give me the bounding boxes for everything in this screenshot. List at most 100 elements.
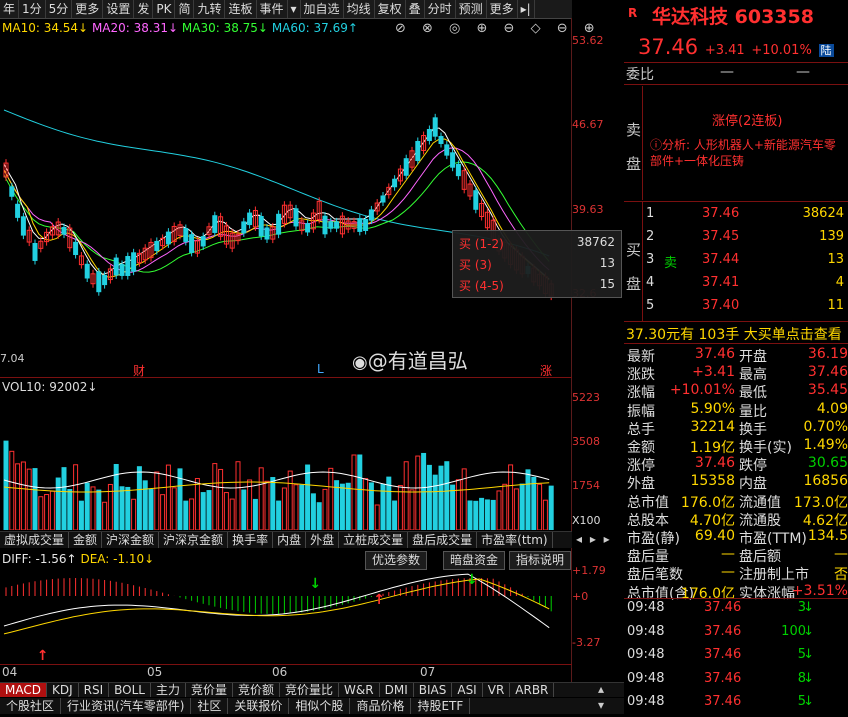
toolbar-item[interactable]: 分时 [425,0,456,18]
toolbar-item[interactable]: 均线 [344,0,375,18]
bottom-nav-item[interactable]: 相似个股 [289,698,351,714]
stat-label: 总市值 [627,494,669,511]
indicator-tabbar-item[interactable]: ARBR [510,683,555,697]
volume-bar [142,480,148,530]
toolbar-item[interactable]: 连板 [225,0,257,18]
indicator-tab[interactable]: 盘后成交量 [408,532,478,548]
vol-tick: 1754 [572,479,600,492]
toolbar-item[interactable]: ▸| [518,0,535,18]
indicator-tabbar-item[interactable]: 主力 [151,683,186,697]
macd-chart[interactable]: ↑ ↓ ↑ ↓ [0,566,572,662]
tab-scroll-arrows[interactable]: ◂ ▸ ▸ [576,532,612,546]
signal-arrow-icon: ↑ [373,592,385,608]
stat-label: 外盘 [627,476,655,493]
buy-level-row[interactable]: 1 37.46 38624 [624,206,848,229]
separator [624,201,848,202]
toolbar-item[interactable]: 更多 [72,0,104,18]
toolbar-item[interactable]: ▾ [288,0,301,18]
indicator-tabbar-item[interactable]: BIAS [414,683,453,697]
indicator-tabbar-item[interactable]: 竞价量比 [280,683,340,697]
volume-bar [548,485,554,530]
volume-bar [392,500,398,530]
toolbar-item[interactable]: 简 [175,0,195,18]
indicator-tabbar-item[interactable]: VR [483,683,511,697]
indicator-tab[interactable]: 虚拟成交量 [0,532,70,548]
bottom-nav: 个股社区 行业资讯(汽车零部件) 社区 关联报价 相似个股 商品价格 持股ETF [0,698,624,714]
bottom-nav-item[interactable]: 持股ETF [411,698,471,714]
volume-bar [55,477,61,530]
candle-body [357,218,363,232]
volume-bar [61,467,67,530]
candle-body [328,221,334,229]
toolbar-item[interactable]: 年 [0,0,20,18]
macd-tick: +1.79 [572,564,606,577]
indicator-tab[interactable]: 换手率 [228,532,274,548]
indicator-tabbar-item[interactable]: W&R [339,683,380,697]
bottom-nav-item[interactable]: 行业资讯(汽车零部件) [61,698,192,714]
volume-bar [467,500,473,530]
candle-body [305,223,311,233]
toolbar-item[interactable]: 5分 [46,0,73,18]
candle-body [293,208,299,227]
indicator-tab[interactable]: 市盈率(ttm) [477,532,553,548]
candle-body [450,152,456,168]
stat-label: 盘后量 [627,549,669,566]
indicator-tab[interactable]: 沪深京金额 [159,532,229,548]
indicator-tabbar-item[interactable]: ASI [452,683,483,697]
bottom-nav-item[interactable]: 社区 [191,698,229,714]
separator [624,321,848,322]
indicator-tab[interactable]: 外盘 [306,532,340,548]
volume-bar [206,490,212,530]
popup-label: 买 (3) [459,258,492,272]
toolbar-item[interactable]: 预测 [456,0,487,18]
stat-value: 1.19亿 [689,440,735,456]
volume-chart[interactable] [0,395,572,530]
indicator-tab[interactable]: 沪深金额 [102,532,160,548]
volume-bar [223,492,229,530]
indicator-tabbar-item[interactable]: BOLL [109,683,151,697]
big-order-link[interactable]: 37.30元有 103手 大买单点击查看 [626,324,842,344]
buy-level-row[interactable]: 2 37.45 139 [624,229,848,252]
candle-body [96,271,102,293]
volume-bar [299,484,305,530]
indicator-tab[interactable]: 内盘 [273,532,307,548]
volume-bar [310,493,316,530]
indicator-tabbar-item[interactable]: MACD [0,683,47,697]
stat-row: 总手 32214 换手 0.70% [624,419,848,438]
level-num: 3 [646,252,655,267]
bottom-nav-item[interactable]: 个股社区 [0,698,62,714]
buy-level-row[interactable]: 3 卖 37.44 13 [624,252,848,275]
toolbar-item[interactable]: 事件 [257,0,288,18]
toolbar-item[interactable]: PK [153,0,176,18]
indicator-tabbar-item[interactable]: KDJ [47,683,79,697]
toolbar-item[interactable]: 九转 [194,0,226,18]
volume-bar [363,478,369,530]
signal-arrow-icon: ↓ [466,572,478,588]
toolbar-item[interactable]: 设置 [103,0,135,18]
toolbar-item[interactable]: 更多 [487,0,518,18]
toolbar-item[interactable]: 发 [134,0,154,18]
analysis-text[interactable]: ⓘ分析: 人形机器人+新能源汽车零部件+一体化压铸 [650,137,846,169]
signal-arrow-icon: ↓ [309,576,321,592]
indicator-tab[interactable]: 立桩成交量 [339,532,409,548]
volume-bar [125,486,131,530]
indicator-tabbar-item[interactable]: DMI [380,683,414,697]
buy-level-row[interactable]: 5 37.40 11 [624,298,848,321]
indicator-tab[interactable]: 金额 [69,532,103,548]
l-marker[interactable]: L [317,362,324,376]
expand-arrow-icon[interactable]: ▴ [598,682,604,696]
toolbar-item[interactable]: 复权 [375,0,406,18]
collapse-arrow-icon[interactable]: ▾ [598,698,604,712]
toolbar-item[interactable]: 1分 [19,0,46,18]
bottom-nav-item[interactable]: 关联报价 [228,698,290,714]
toolbar-item[interactable]: 加自选 [301,0,344,18]
indicator-tabbar-item[interactable]: 竞价量 [186,683,234,697]
toolbar-item[interactable]: 叠 [406,0,425,18]
kline-chart[interactable] [0,30,572,380]
indicator-tabbar-item[interactable]: RSI [79,683,110,697]
volume-bar [490,499,496,530]
price-tick: 46.67 [572,118,604,131]
buy-level-row[interactable]: 4 37.41 4 [624,275,848,298]
bottom-nav-item[interactable]: 商品价格 [350,698,412,714]
indicator-tabbar-item[interactable]: 竞价额 [233,683,281,697]
